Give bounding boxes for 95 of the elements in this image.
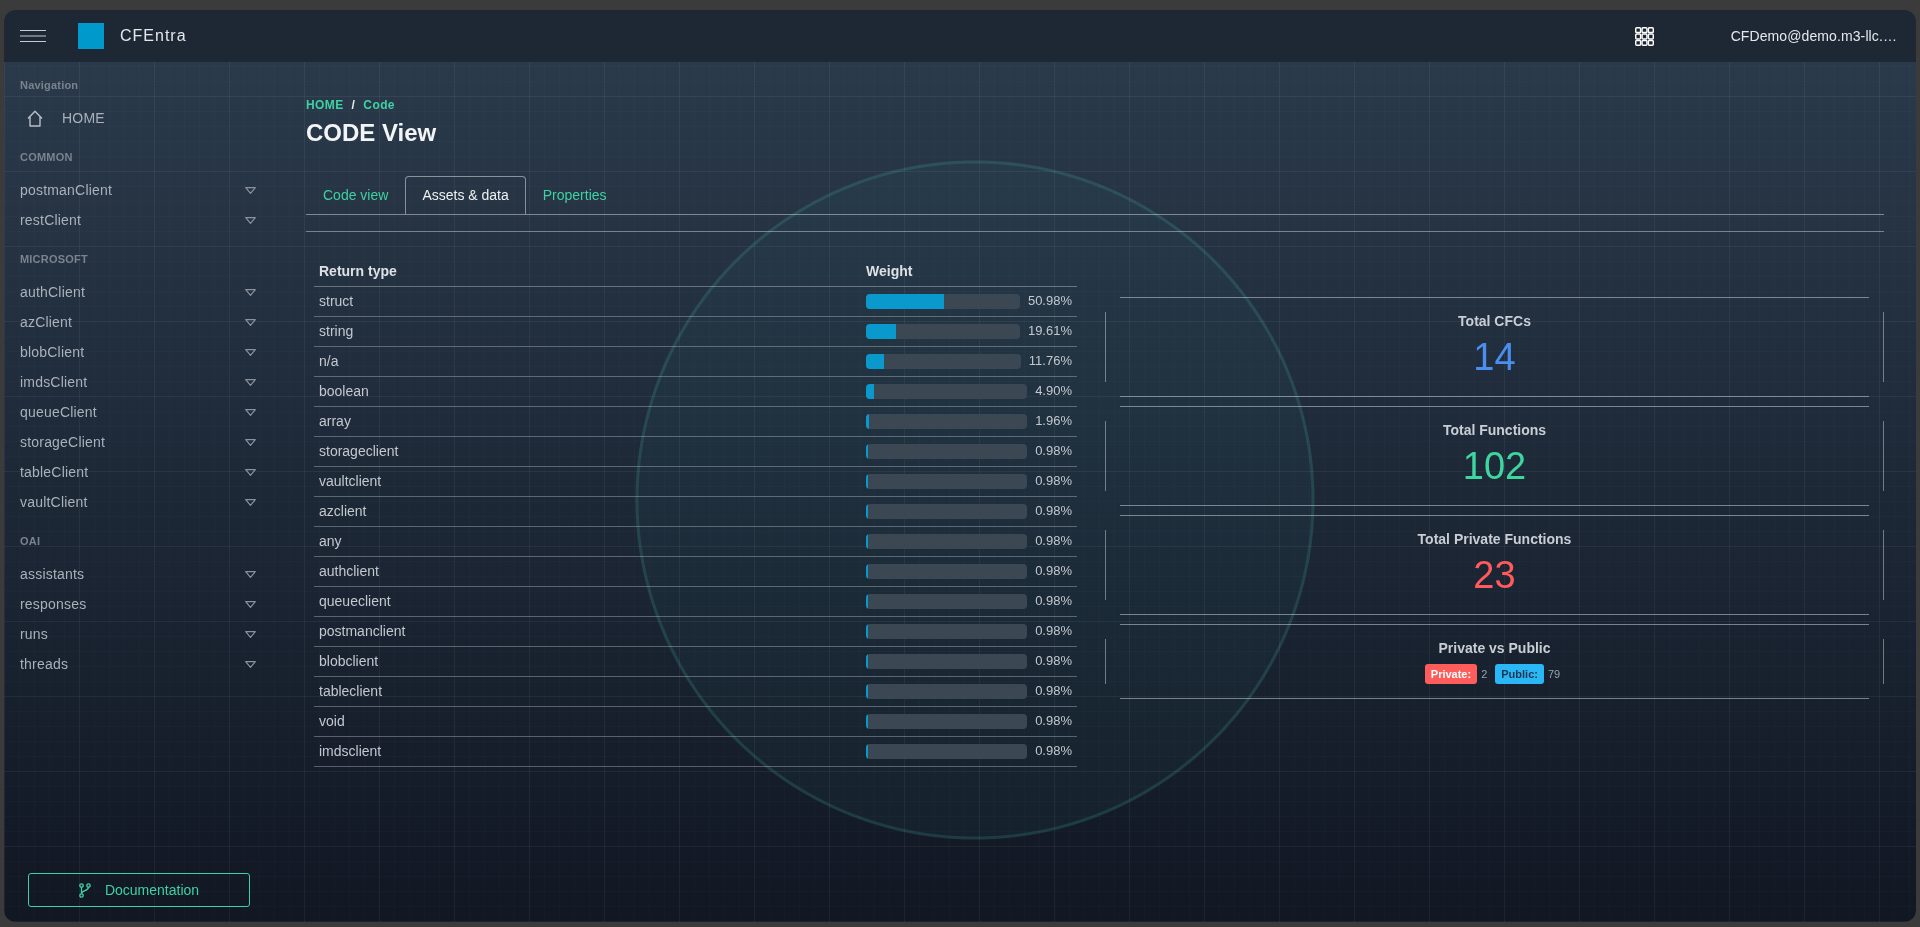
column-header: Return type bbox=[314, 257, 861, 286]
table-cell: void bbox=[314, 706, 861, 736]
branch-icon bbox=[78, 882, 91, 898]
caret-icon bbox=[245, 408, 256, 416]
stat-value: 14 bbox=[1472, 335, 1517, 379]
table-cell: imdsclient bbox=[314, 736, 861, 766]
grid-icon bbox=[1634, 26, 1654, 46]
stat-value: 102 bbox=[1461, 444, 1528, 488]
caret-icon bbox=[245, 498, 256, 506]
weight-text: 50.98% bbox=[1027, 292, 1072, 311]
sidebar-item[interactable]: storageClient bbox=[20, 427, 256, 457]
sidebar-item[interactable]: queueClient bbox=[20, 397, 256, 427]
menu-icon bbox=[20, 30, 46, 42]
caret-icon bbox=[245, 660, 256, 668]
stat-title: Total Functions bbox=[1441, 421, 1548, 439]
column-header: Weight bbox=[861, 257, 1077, 286]
caret-icon bbox=[245, 630, 256, 638]
table-cell: azclient bbox=[314, 496, 861, 526]
weight-text: 0.98% bbox=[1035, 622, 1072, 641]
weight-text: 0.98% bbox=[1035, 562, 1072, 581]
sidebar-item[interactable]: threads bbox=[20, 649, 256, 679]
sidebar-item[interactable]: assistants bbox=[20, 559, 256, 589]
weight-text: 0.98% bbox=[1035, 532, 1072, 551]
stat-title: Total Private Functions bbox=[1416, 530, 1573, 548]
stat-title: Total CFCs bbox=[1457, 312, 1532, 330]
table-cell: string bbox=[314, 316, 861, 346]
table-cell: tableclient bbox=[314, 676, 861, 706]
table-cell: storageclient bbox=[314, 436, 861, 466]
sidebar-item[interactable]: HOME bbox=[20, 103, 256, 133]
sidebar-item[interactable]: tableClient bbox=[20, 457, 256, 487]
caret-icon bbox=[245, 216, 256, 224]
caret-icon bbox=[245, 186, 256, 194]
weight-text: 0.98% bbox=[1035, 502, 1072, 521]
weight-text: 0.98% bbox=[1035, 742, 1072, 761]
sidebar-item[interactable]: imdsClient bbox=[20, 367, 256, 397]
weight-text: 11.76% bbox=[1028, 352, 1072, 371]
legend-label: Private: bbox=[1424, 664, 1478, 684]
logo-icon bbox=[78, 23, 104, 49]
table-cell: queueclient bbox=[314, 586, 861, 616]
sidebar-item[interactable]: postmanClient bbox=[20, 175, 256, 205]
caret-icon bbox=[245, 378, 256, 386]
table-cell: postmanclient bbox=[314, 616, 861, 646]
caret-icon bbox=[245, 438, 256, 446]
house-icon bbox=[27, 109, 43, 127]
apps-button[interactable] bbox=[1634, 26, 1654, 46]
tab[interactable]: Properties bbox=[525, 176, 624, 214]
sidebar-item[interactable]: authClient bbox=[20, 277, 256, 307]
documentation-button[interactable]: Documentation bbox=[28, 873, 250, 907]
app-name: CFEntra bbox=[120, 26, 187, 46]
weight-text: 1.96% bbox=[1035, 412, 1072, 431]
user-email[interactable]: CFDemo@demo.m3-llc.… bbox=[1730, 25, 1897, 47]
tab[interactable]: Assets & data bbox=[405, 176, 526, 214]
weight-text: 4.90% bbox=[1035, 382, 1072, 401]
legend-label: Public: bbox=[1495, 664, 1544, 684]
weight-text: 19.61% bbox=[1027, 322, 1072, 341]
weight-text: 0.98% bbox=[1035, 712, 1072, 731]
table-cell: authclient bbox=[314, 556, 861, 586]
caret-icon bbox=[245, 468, 256, 476]
caret-icon bbox=[245, 348, 256, 356]
section-heading: OAI bbox=[20, 534, 42, 549]
caret-icon bbox=[245, 318, 256, 326]
table-cell: array bbox=[314, 406, 861, 436]
caret-icon bbox=[245, 600, 256, 608]
sidebar-item[interactable]: azClient bbox=[20, 307, 256, 337]
table-cell: any bbox=[314, 526, 861, 556]
table-cell: struct bbox=[314, 286, 861, 316]
caret-icon bbox=[245, 570, 256, 578]
sidebar-item[interactable]: responses bbox=[20, 589, 256, 619]
table-cell: vaultclient bbox=[314, 466, 861, 496]
table-cell: n/a bbox=[314, 346, 861, 376]
section-heading: MICROSOFT bbox=[20, 252, 89, 267]
weight-text: 0.98% bbox=[1035, 682, 1072, 701]
legend-value: 2 bbox=[1481, 666, 1488, 682]
weight-text: 0.98% bbox=[1035, 442, 1072, 461]
caret-icon bbox=[245, 288, 256, 296]
tab[interactable]: Code view bbox=[306, 176, 406, 214]
legend-title: Private vs Public bbox=[1437, 639, 1552, 657]
sidebar-item[interactable]: blobClient bbox=[20, 337, 256, 367]
breadcrumb-link[interactable]: Code bbox=[363, 97, 395, 113]
table-cell: boolean bbox=[314, 376, 861, 406]
table-cell: blobclient bbox=[314, 646, 861, 676]
legend-value: 79 bbox=[1547, 666, 1561, 682]
section-heading: Navigation bbox=[20, 78, 80, 93]
sidebar-item[interactable]: vaultClient bbox=[20, 487, 256, 517]
page-title: CODE View bbox=[306, 118, 438, 148]
sidebar-item[interactable]: runs bbox=[20, 619, 256, 649]
weight-text: 0.98% bbox=[1035, 652, 1072, 671]
breadcrumb-link[interactable]: HOME bbox=[306, 97, 344, 113]
menu-button[interactable] bbox=[20, 30, 46, 42]
section-heading: COMMON bbox=[20, 150, 74, 165]
breadcrumb-separator: / bbox=[351, 97, 356, 113]
weight-text: 0.98% bbox=[1035, 592, 1072, 611]
weight-text: 0.98% bbox=[1035, 472, 1072, 491]
stat-value: 23 bbox=[1472, 553, 1517, 597]
sidebar-item[interactable]: restClient bbox=[20, 205, 256, 235]
